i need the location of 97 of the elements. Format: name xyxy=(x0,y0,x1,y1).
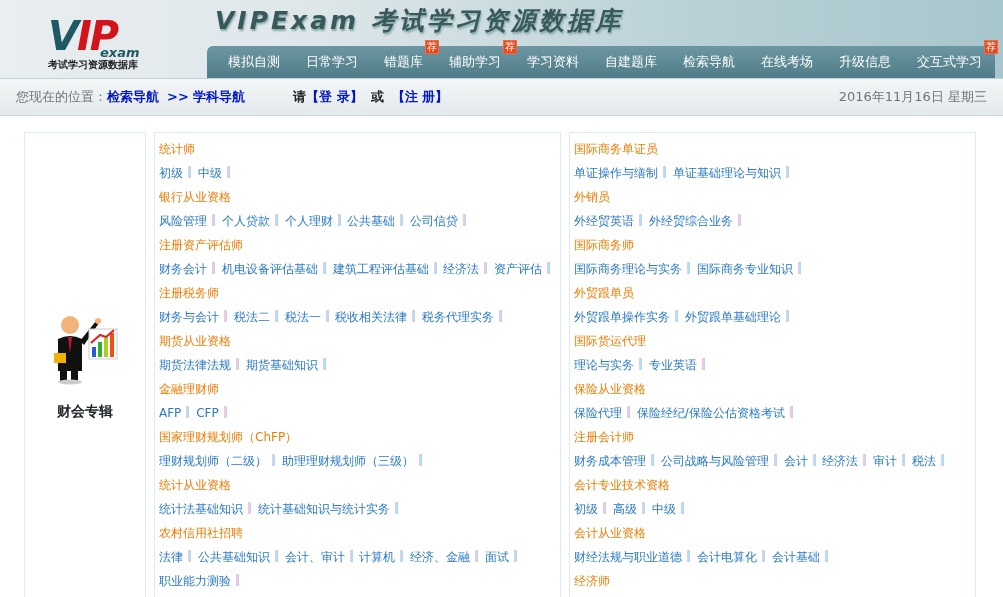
breadcrumb-link[interactable]: 检索导航 xyxy=(107,87,159,107)
exam-subject-link[interactable]: 中级 xyxy=(197,166,222,180)
or-text: 或 xyxy=(370,88,384,107)
exam-subject-link[interactable]: 外贸跟单操作实务 xyxy=(574,310,670,324)
exam-subject-link[interactable]: 建筑工程评估基础 xyxy=(332,262,429,276)
exam-category-title[interactable]: 注册税务师 xyxy=(159,281,556,305)
exam-subject-link[interactable]: 外贸跟单基础理论 xyxy=(684,310,781,324)
logo-tagline: 考试学习资源数据库 xyxy=(48,59,138,70)
exam-subject-link[interactable]: 会计电算化 xyxy=(696,550,757,564)
exam-category-title[interactable]: 期货从业资格 xyxy=(159,329,556,353)
exam-subject-link[interactable]: 专业英语 xyxy=(648,358,697,372)
exam-subject-link[interactable]: 保险代理 xyxy=(574,406,622,420)
logo-word: exam xyxy=(100,46,140,59)
exam-subject-link[interactable]: 会计基础 xyxy=(771,550,820,564)
exam-subject-link[interactable]: 助理理财规划师（三级） xyxy=(281,454,414,468)
exam-subject-link[interactable]: 中级 xyxy=(651,502,676,516)
exam-subject-link[interactable]: 机电设备评估基础 xyxy=(221,262,318,276)
exam-subject-link[interactable]: 会计 xyxy=(783,454,808,468)
exam-subject-link[interactable]: 税法二 xyxy=(233,310,270,324)
exam-subject-link[interactable]: 保险经纪/保险公估资格考试 xyxy=(636,406,785,420)
site-title: VIPExam 考试学习资源数据库 xyxy=(214,5,624,33)
exam-category-title[interactable]: 注册资产评估师 xyxy=(159,233,556,257)
exam-subject-link[interactable]: 公司信贷 xyxy=(410,214,459,228)
exam-subject-link[interactable]: 初级 xyxy=(574,502,598,516)
login-prompt: 请 xyxy=(293,88,307,107)
exam-subject-link[interactable]: 法律 xyxy=(159,550,183,564)
exam-category-title[interactable]: 统计师 xyxy=(159,137,556,161)
exam-subject-link[interactable]: 财务与会计 xyxy=(159,310,219,324)
exam-subject-link[interactable]: 税收相关法律 xyxy=(335,310,408,324)
exam-subject-link[interactable]: 单证基础理论与知识 xyxy=(672,166,781,180)
exam-category-title[interactable]: 国际商务单证员 xyxy=(574,137,971,161)
exam-subject-link[interactable]: 财经法规与职业道德 xyxy=(574,550,682,564)
recommend-badge: 荐 xyxy=(503,40,517,54)
nav-tab[interactable]: 在线考场 xyxy=(748,46,826,78)
exam-subject-link[interactable]: 国际商务理论与实务 xyxy=(574,262,682,276)
exam-subject-link[interactable]: 公共基础 xyxy=(347,214,396,228)
exam-subject-link[interactable]: 国际商务专业知识 xyxy=(696,262,793,276)
exam-subject-link[interactable]: 计算机 xyxy=(359,550,396,564)
exam-subject-link[interactable]: 高级 xyxy=(612,502,637,516)
location-label: 您现在的位置： xyxy=(16,88,107,107)
exam-subject-link[interactable]: 面试 xyxy=(485,550,510,564)
exam-subject-link[interactable]: 外经贸英语 xyxy=(574,214,634,228)
exam-subject-link[interactable]: 经济法 xyxy=(443,262,480,276)
category-label: 财会专辑 xyxy=(57,401,113,421)
exam-subject-link[interactable]: 期货法律法规 xyxy=(159,358,231,372)
exam-subject-link[interactable]: 个人理财 xyxy=(284,214,333,228)
exam-subject-link[interactable]: 理论与实务 xyxy=(574,358,634,372)
exam-category-title[interactable]: 国家理财规划师（ChFP） xyxy=(159,425,556,449)
exam-subject-link[interactable]: 公司战略与风险管理 xyxy=(660,454,769,468)
exam-subject-link[interactable]: 税法一 xyxy=(284,310,321,324)
nav-tab[interactable]: 学习资料 xyxy=(514,46,592,78)
exam-category-title[interactable]: 外销员 xyxy=(574,185,971,209)
nav-tab[interactable]: 升级信息 xyxy=(826,46,904,78)
nav-tab[interactable]: 自建题库 xyxy=(592,46,670,78)
exam-subject-link[interactable]: 经济法 xyxy=(822,454,859,468)
exam-subject-link[interactable]: 单证操作与缮制 xyxy=(574,166,658,180)
exam-category-title[interactable]: 银行从业资格 xyxy=(159,185,556,209)
breadcrumb-link[interactable]: >> 学科导航 xyxy=(167,87,246,107)
exam-subject-link[interactable]: 风险管理 xyxy=(159,214,207,228)
exam-category-title[interactable]: 农村信用社招聘 xyxy=(159,521,556,545)
exam-subject-link[interactable]: CFP xyxy=(196,406,219,420)
exam-subject-link[interactable]: 财务会计 xyxy=(159,262,207,276)
exam-subject-link[interactable]: 个人贷款 xyxy=(221,214,270,228)
exam-category-title[interactable]: 会计从业资格 xyxy=(574,521,971,545)
exam-category-title[interactable]: 统计从业资格 xyxy=(159,473,556,497)
exam-category-title[interactable]: 金融理财师 xyxy=(159,377,556,401)
exam-subject-link[interactable]: 会计、审计 xyxy=(284,550,345,564)
register-link[interactable]: 【注 册】 xyxy=(391,87,449,107)
exam-category-title[interactable]: 注册会计师 xyxy=(574,425,971,449)
exam-subject-link[interactable]: 外经贸综合业务 xyxy=(648,214,733,228)
login-link[interactable]: 【登 录】 xyxy=(306,87,363,107)
exam-category-title[interactable]: 经济师 xyxy=(574,569,971,593)
nav-tab[interactable]: 检索导航 xyxy=(670,46,748,78)
exam-category-title[interactable]: 保险从业资格 xyxy=(574,377,971,401)
nav-tab[interactable]: 模拟自测 xyxy=(215,46,293,78)
exam-subject-link[interactable]: 公共基础知识 xyxy=(197,550,270,564)
exam-subject-link[interactable]: 财务成本管理 xyxy=(574,454,646,468)
exam-subject-link[interactable]: 资产评估 xyxy=(494,262,543,276)
exam-subject-link[interactable]: 税法 xyxy=(912,454,937,468)
exam-subject-link[interactable]: 职业能力测验 xyxy=(159,574,231,588)
exam-subject-link[interactable]: 初级 xyxy=(159,166,183,180)
date-text: 2016年11月16日 星期三 xyxy=(838,88,987,107)
exam-category-title[interactable]: 外贸跟单员 xyxy=(574,281,971,305)
exam-category-title[interactable]: 国际货运代理 xyxy=(574,329,971,353)
exam-subject-link[interactable]: 经济、金融 xyxy=(410,550,471,564)
exam-subject-link[interactable]: 统计法基础知识 xyxy=(159,502,243,516)
nav-tab[interactable]: 日常学习 xyxy=(293,46,371,78)
exam-subject-link[interactable]: 理财规划师（二级） xyxy=(159,454,267,468)
exam-subject-link[interactable]: 期货基础知识 xyxy=(245,358,318,372)
exam-category-title[interactable]: 国际商务师 xyxy=(574,233,971,257)
exam-subject-link[interactable]: 统计基础知识与统计实务 xyxy=(257,502,390,516)
recommend-badge: 荐 xyxy=(984,40,998,54)
recommend-badge: 荐 xyxy=(425,40,439,54)
exam-subject-link[interactable]: AFP xyxy=(159,406,182,420)
exam-subject-link[interactable]: 审计 xyxy=(873,454,898,468)
exam-category-title[interactable]: 会计专业技术资格 xyxy=(574,473,971,497)
exam-subject-link[interactable]: 税务代理实务 xyxy=(422,310,495,324)
